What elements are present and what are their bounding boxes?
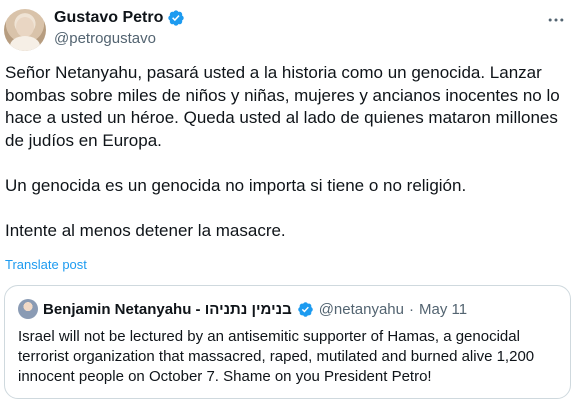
more-options-button[interactable] xyxy=(543,7,569,33)
author-avatar[interactable] xyxy=(4,9,46,51)
tweet-body: Señor Netanyahu, pasará usted a la histo… xyxy=(5,62,565,242)
quoted-author-name[interactable]: Benjamin Netanyahu - בנימין נתניהו xyxy=(43,301,292,318)
separator-dot: · xyxy=(409,300,414,318)
verified-badge-icon xyxy=(297,301,313,317)
tweet-paragraph: Señor Netanyahu, pasará usted a la histo… xyxy=(5,63,560,150)
translate-post-link[interactable]: Translate post xyxy=(5,257,87,272)
author-display-name[interactable]: Gustavo Petro xyxy=(54,9,163,27)
tweet-header: Gustavo Petro @petrogustavo xyxy=(4,5,575,55)
verified-badge-icon xyxy=(168,10,185,26)
tweet-paragraph: Un genocida es un genocida no importa si… xyxy=(5,175,467,195)
more-options-icon xyxy=(548,18,564,22)
quoted-tweet-text: Israel will not be lectured by an antise… xyxy=(18,328,535,385)
quoted-tweet-date[interactable]: May 11 xyxy=(419,301,467,318)
author-name-line: Gustavo Petro xyxy=(54,9,185,27)
quoted-tweet[interactable]: Benjamin Netanyahu - בנימין נתניהו @neta… xyxy=(4,285,571,399)
tweet-paragraph: Intente al menos detener la masacre. xyxy=(5,220,286,240)
quoted-author-avatar[interactable] xyxy=(18,299,38,319)
author-handle[interactable]: @petrogustavo xyxy=(54,30,156,47)
quoted-tweet-header: Benjamin Netanyahu - בנימין נתניהו @neta… xyxy=(18,299,467,319)
quoted-author-handle[interactable]: @netanyahu xyxy=(319,301,404,318)
